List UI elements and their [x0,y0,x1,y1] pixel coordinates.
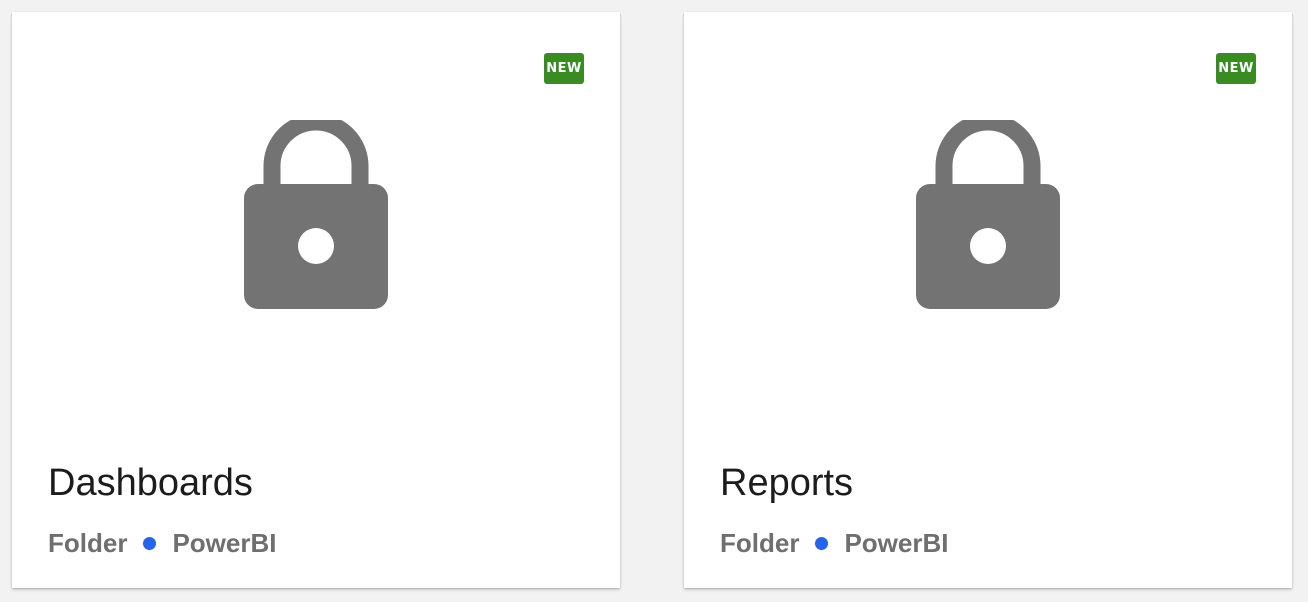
item-source: PowerBI [844,528,949,558]
lock-icon [916,120,1060,309]
folder-card-dashboards[interactable]: NEW Dashboards Folder PowerBI [12,12,620,588]
card-title: Reports [720,462,854,504]
folder-card-reports[interactable]: NEW Reports Folder PowerBI [684,12,1292,588]
lock-icon [244,120,388,309]
new-badge: NEW [544,53,584,84]
new-badge: NEW [1216,53,1256,84]
separator-dot-icon [815,537,829,550]
item-type: Folder [48,528,128,558]
card-meta: Folder PowerBI [48,528,276,559]
item-type: Folder [720,528,800,558]
item-source: PowerBI [172,528,277,558]
card-title: Dashboards [48,462,253,504]
card-meta: Folder PowerBI [720,528,948,559]
separator-dot-icon [143,537,157,550]
card-grid: NEW Dashboards Folder PowerBI NEW Report… [0,0,1308,602]
